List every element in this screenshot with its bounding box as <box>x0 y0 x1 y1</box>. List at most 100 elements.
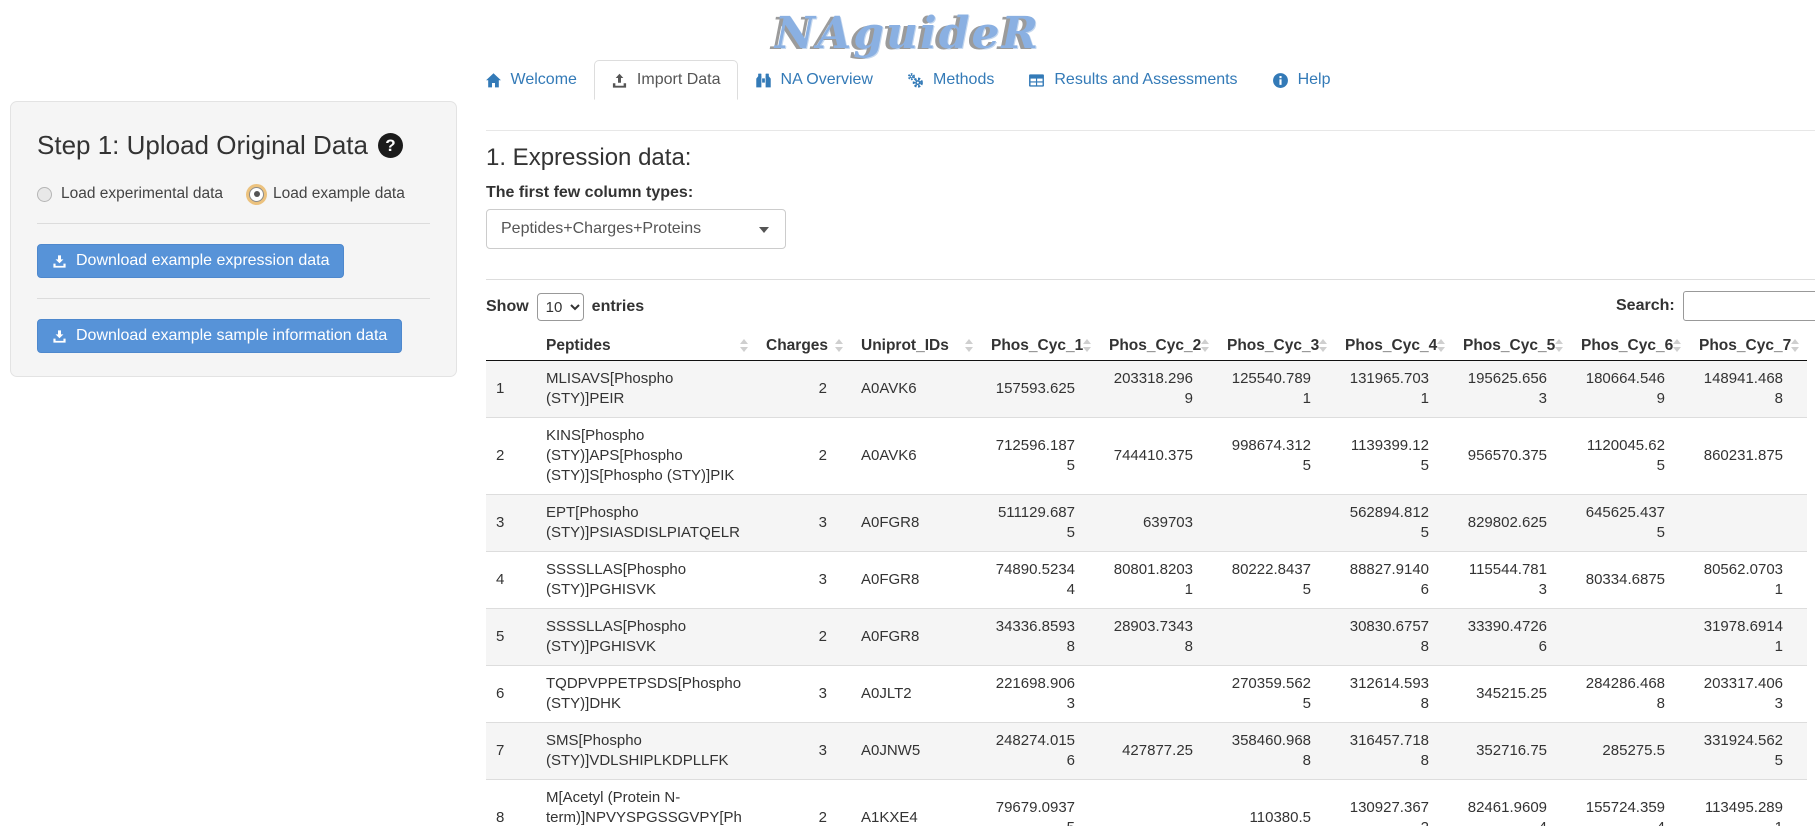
table-row[interactable]: 2KINS[Phospho (STY)]APS[Phospho (STY)]S[… <box>486 418 1807 495</box>
data-cell: SSSSLLAS[Phospho (STY)]PGHISVK <box>536 609 756 666</box>
data-cell: 712596.1875 <box>981 418 1099 495</box>
sort-icon <box>1319 339 1327 352</box>
table-row[interactable]: 1MLISAVS[Phospho (STY)]PEIR2A0AVK6157593… <box>486 361 1807 418</box>
data-cell <box>1571 609 1689 666</box>
tab-label: Welcome <box>511 71 577 89</box>
data-cell: 956570.375 <box>1453 418 1571 495</box>
column-header-rownum[interactable] <box>486 332 536 361</box>
data-cell: 180664.5469 <box>1571 361 1689 418</box>
data-cell: 131965.7031 <box>1335 361 1453 418</box>
table-row[interactable]: 7SMS[Phospho (STY)]VDLSHIPLKDPLLFK3A0JNW… <box>486 723 1807 780</box>
divider <box>37 223 430 224</box>
table-row[interactable]: 5SSSSLLAS[Phospho (STY)]PGHISVK2A0FGR834… <box>486 609 1807 666</box>
radio-icon-selected[interactable] <box>249 187 264 202</box>
data-cell: 284286.4688 <box>1571 666 1689 723</box>
data-cell: TQDPVPPETPSDS[Phospho (STY)]DHK <box>536 666 756 723</box>
tab-import-data[interactable]: Import Data <box>594 60 738 100</box>
datatable-controls: Show 10 entries Search: <box>486 290 1815 324</box>
section-title: 1. Expression data: <box>486 144 1815 172</box>
tab-results-and-assessments[interactable]: Results and Assessments <box>1011 60 1254 100</box>
table-row[interactable]: 4SSSSLLAS[Phospho (STY)]PGHISVK3A0FGR874… <box>486 552 1807 609</box>
data-cell: 115544.7813 <box>1453 552 1571 609</box>
data-cell: 203317.4063 <box>1689 666 1807 723</box>
page-length-select[interactable]: 10 <box>537 293 584 321</box>
datatable-wrapper: Show 10 entries Search: PeptidesChargesU… <box>486 290 1815 826</box>
radio-load-experimental-data[interactable]: Load experimental data <box>37 185 223 203</box>
data-cell: 80801.82031 <box>1099 552 1217 609</box>
table-row[interactable]: 3EPT[Phospho (STY)]PSIASDISLPIATQELR3A0F… <box>486 495 1807 552</box>
data-cell: 3 <box>756 666 851 723</box>
column-header-phos_cyc_7[interactable]: Phos_Cyc_7 <box>1689 332 1807 361</box>
sort-icon <box>965 339 973 352</box>
table-icon <box>1028 72 1046 89</box>
tab-label: NA Overview <box>781 71 873 89</box>
data-cell: 203318.2969 <box>1099 361 1217 418</box>
tab-label: Help <box>1298 71 1331 89</box>
column-header-phos_cyc_2[interactable]: Phos_Cyc_2 <box>1099 332 1217 361</box>
column-header-phos_cyc_1[interactable]: Phos_Cyc_1 <box>981 332 1099 361</box>
data-cell: 2 <box>756 609 851 666</box>
data-cell: 3 <box>756 552 851 609</box>
column-types-select[interactable]: Peptides+Charges+Proteins <box>486 209 786 249</box>
data-cell: 285275.5 <box>1571 723 1689 780</box>
table-header-row: PeptidesChargesUniprot_IDsPhos_Cyc_1Phos… <box>486 332 1807 361</box>
download-sample-information-button[interactable]: Download example sample information data <box>37 319 402 353</box>
question-circle-icon[interactable]: ? <box>378 133 403 158</box>
tab-label: Import Data <box>637 71 721 89</box>
data-cell: 1120045.625 <box>1571 418 1689 495</box>
page-length-control: Show 10 entries <box>486 293 644 321</box>
divider <box>37 298 430 299</box>
search-input[interactable] <box>1683 291 1815 321</box>
data-cell: A0FGR8 <box>851 609 981 666</box>
table-row[interactable]: 8M[Acetyl (Protein N-term)]NPVYSPGSSGVPY… <box>486 780 1807 826</box>
data-cell: 358460.9688 <box>1217 723 1335 780</box>
column-types-selected-value: Peptides+Charges+Proteins <box>501 220 701 238</box>
data-cell: 80334.6875 <box>1571 552 1689 609</box>
row-number-cell: 4 <box>486 552 536 609</box>
data-cell: 31978.69141 <box>1689 609 1807 666</box>
data-cell: 221698.9063 <box>981 666 1099 723</box>
home-icon <box>485 72 503 89</box>
table-row[interactable]: 6TQDPVPPETPSDS[Phospho (STY)]DHK3A0JLT22… <box>486 666 1807 723</box>
download-icon <box>52 329 67 344</box>
column-header-phos_cyc_3[interactable]: Phos_Cyc_3 <box>1217 332 1335 361</box>
radio-load-example-data[interactable]: Load example data <box>249 185 405 203</box>
radio-icon[interactable] <box>37 187 52 202</box>
data-cell: 1139399.125 <box>1335 418 1453 495</box>
panel-title: Step 1: Upload Original Data ? <box>37 130 430 161</box>
data-cell: 2 <box>756 418 851 495</box>
tab-methods[interactable]: Methods <box>890 60 1011 100</box>
import-data-panel: 1. Expression data: The first few column… <box>486 113 1815 826</box>
column-header-uniprot_ids[interactable]: Uniprot_IDs <box>851 332 981 361</box>
download-expression-data-button[interactable]: Download example expression data <box>37 244 344 278</box>
column-header-peptides[interactable]: Peptides <box>536 332 756 361</box>
data-cell: MLISAVS[Phospho (STY)]PEIR <box>536 361 756 418</box>
data-cell: A0JNW5 <box>851 723 981 780</box>
data-cell: 28903.73438 <box>1099 609 1217 666</box>
row-number-cell: 8 <box>486 780 536 826</box>
data-cell: 352716.75 <box>1453 723 1571 780</box>
data-cell: 316457.7188 <box>1335 723 1453 780</box>
tab-help[interactable]: Help <box>1255 60 1348 100</box>
data-cell: 74890.52344 <box>981 552 1099 609</box>
data-cell: 998674.3125 <box>1217 418 1335 495</box>
row-number-cell: 1 <box>486 361 536 418</box>
upload-panel: Step 1: Upload Original Data ? Load expe… <box>10 101 457 377</box>
column-header-phos_cyc_4[interactable]: Phos_Cyc_4 <box>1335 332 1453 361</box>
row-number-cell: 7 <box>486 723 536 780</box>
data-cell: 2 <box>756 780 851 826</box>
data-cell: 639703 <box>1099 495 1217 552</box>
chevron-down-icon <box>759 227 769 233</box>
gears-icon <box>907 72 925 89</box>
sort-icon <box>740 339 748 352</box>
column-header-phos_cyc_5[interactable]: Phos_Cyc_5 <box>1453 332 1571 361</box>
column-header-charges[interactable]: Charges <box>756 332 851 361</box>
search-control: Search: <box>1616 291 1815 321</box>
data-cell <box>1217 609 1335 666</box>
column-header-phos_cyc_6[interactable]: Phos_Cyc_6 <box>1571 332 1689 361</box>
tab-na-overview[interactable]: NA Overview <box>738 60 890 100</box>
data-cell: A1KXE4 <box>851 780 981 826</box>
data-cell: 270359.5625 <box>1217 666 1335 723</box>
tab-welcome[interactable]: Welcome <box>468 60 594 100</box>
sort-icon <box>1673 339 1681 352</box>
